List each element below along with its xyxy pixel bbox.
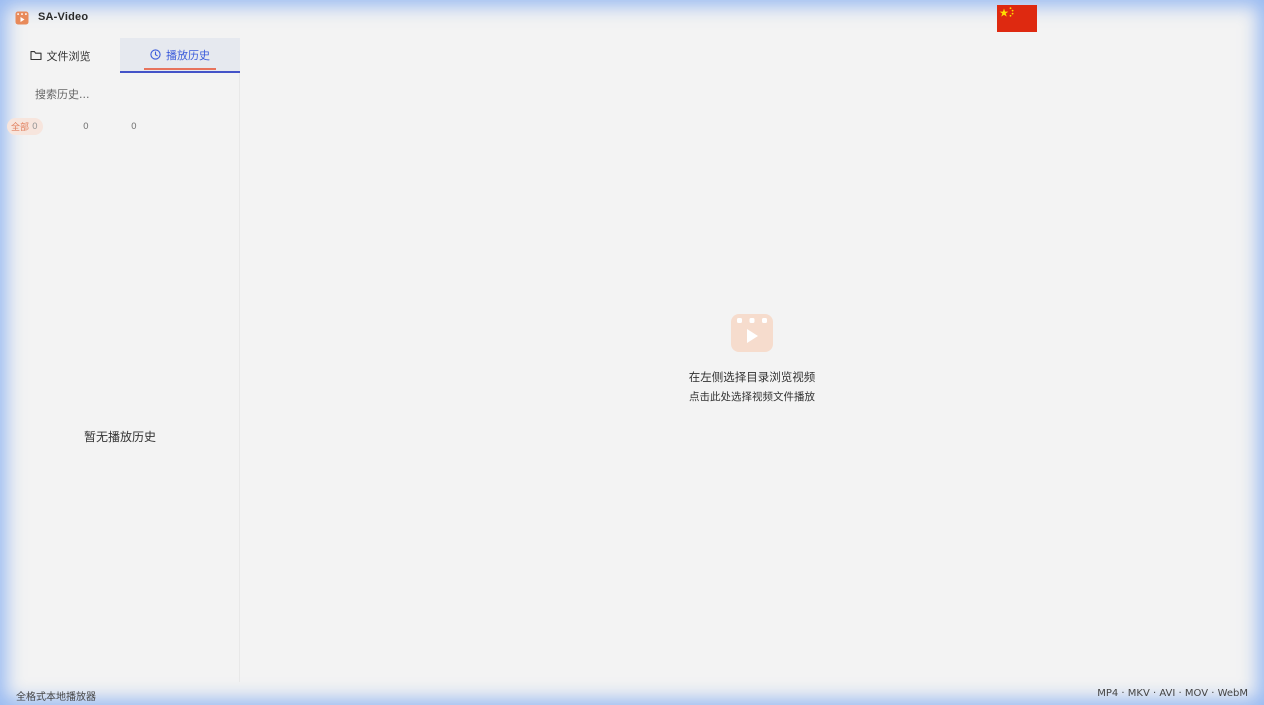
- status-app-description: 全格式本地播放器: [16, 692, 96, 703]
- folder-icon: [29, 51, 42, 61]
- video-clapper-icon[interactable]: [730, 312, 774, 354]
- china-flag-icon[interactable]: [997, 5, 1037, 32]
- tab-play-history[interactable]: 播放历史: [120, 38, 240, 73]
- filter-all-count: 0: [32, 121, 38, 132]
- filter-all[interactable]: 全部 0: [7, 118, 43, 135]
- filter-all-label: 全部: [11, 123, 30, 133]
- title-bar: SA-Video: [0, 0, 1264, 38]
- filter-second[interactable]: 0: [80, 118, 89, 135]
- app-window: SA-Video 文件浏览 播放历史 搜索历史... 全部 0 0 0 暂无播放…: [0, 0, 1264, 705]
- filter-second-count: 0: [83, 121, 89, 132]
- tab-file-browser[interactable]: 文件浏览: [0, 38, 120, 73]
- active-tab-indicator: [144, 68, 216, 70]
- status-supported-formats: MP4 · MKV · AVI · MOV · WebM: [1097, 688, 1248, 699]
- filter-third[interactable]: 0: [128, 118, 137, 135]
- main-empty-state: 在左侧选择目录浏览视频 点击此处选择视频文件播放: [640, 312, 864, 404]
- status-bar: 全格式本地播放器 MP4 · MKV · AVI · MOV · WebM: [0, 684, 1264, 705]
- clock-icon: [150, 49, 161, 60]
- app-title: SA-Video: [38, 11, 89, 23]
- filter-third-count: 0: [131, 121, 137, 132]
- history-filters: 全部 0 0 0: [0, 118, 240, 136]
- sidebar-tabs: 文件浏览 播放历史: [0, 38, 240, 73]
- empty-history-message: 暂无播放历史: [83, 430, 156, 444]
- history-search-input[interactable]: [10, 83, 230, 105]
- select-video-file-link[interactable]: 点击此处选择视频文件播放: [640, 389, 864, 404]
- sidebar: 文件浏览 播放历史 全部 0 0 0: [0, 38, 240, 682]
- tab-play-history-label: 播放历史: [166, 48, 210, 62]
- app-logo-icon: [15, 11, 29, 25]
- browse-directory-hint: 在左侧选择目录浏览视频: [688, 370, 816, 384]
- tab-file-browser-label: 文件浏览: [46, 49, 91, 63]
